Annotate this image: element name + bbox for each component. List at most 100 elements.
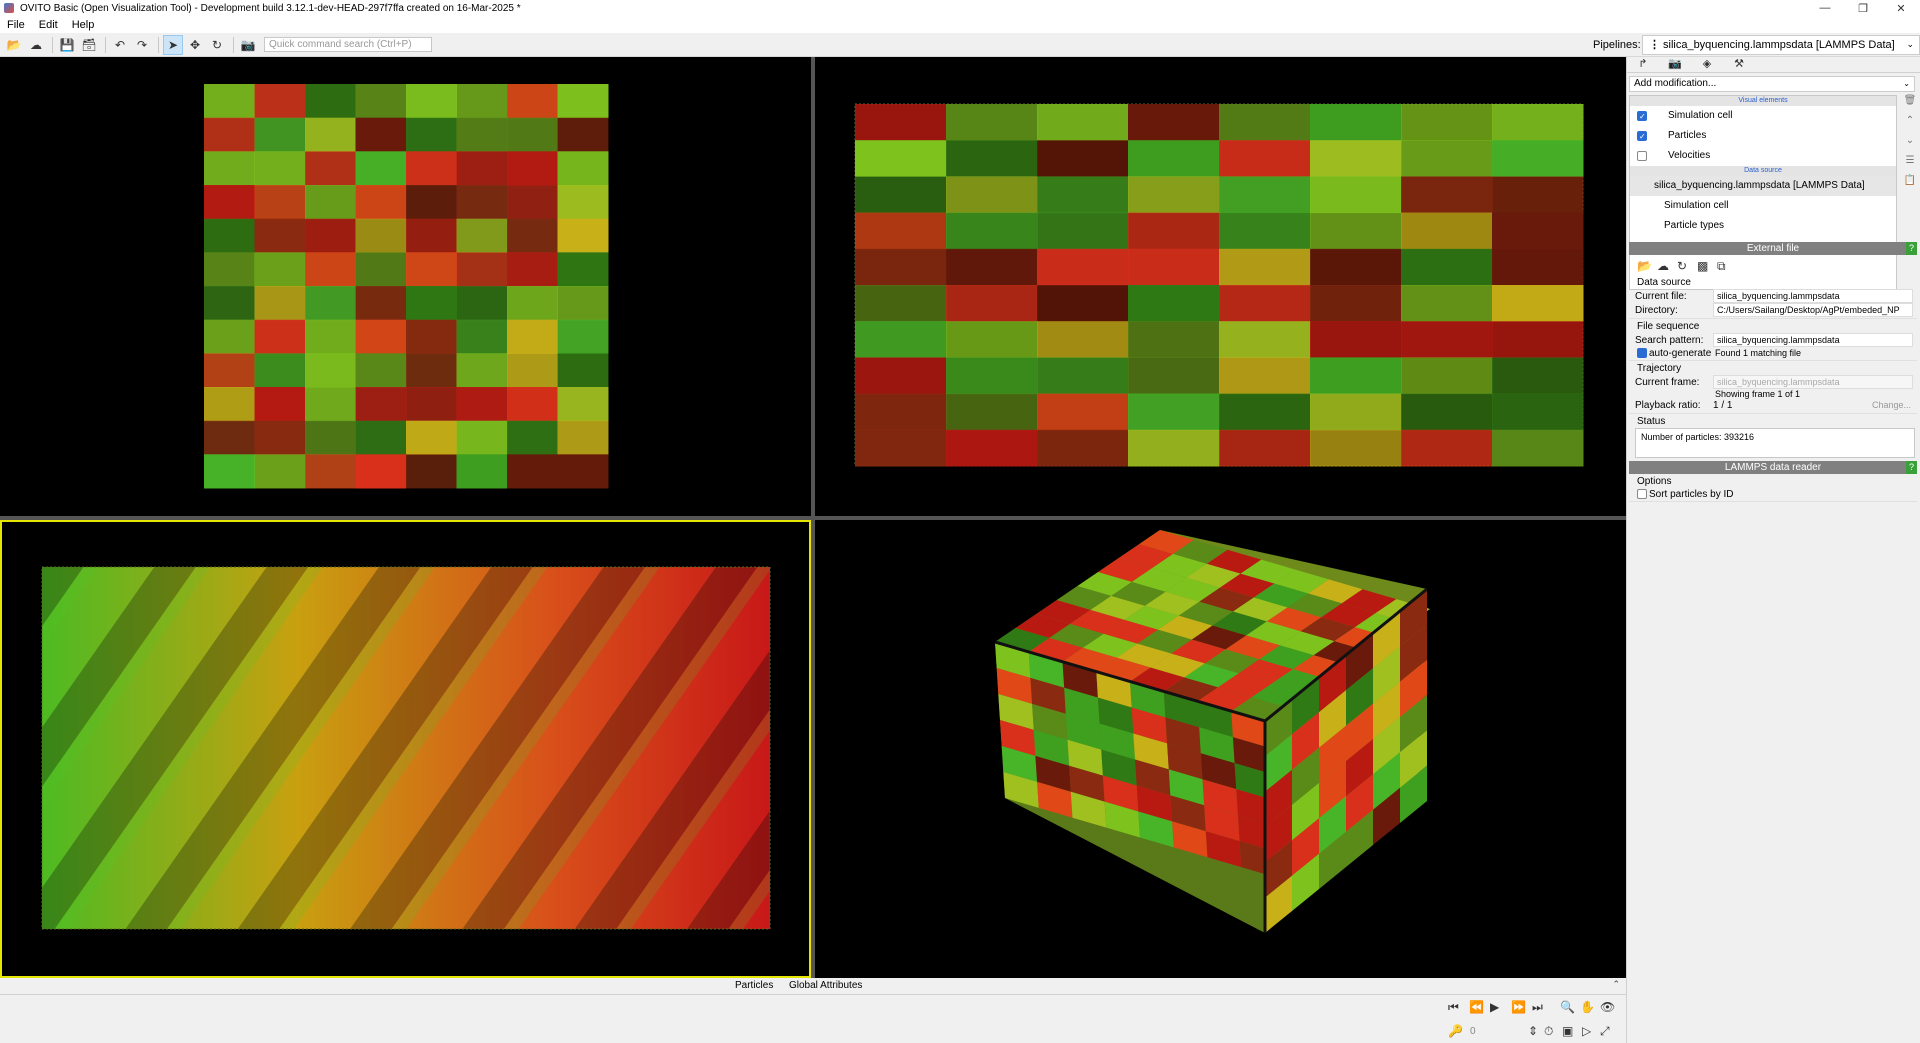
tab-particles[interactable]: Particles (735, 980, 773, 991)
clock-icon[interactable]: ⏱ (1544, 1024, 1553, 1039)
move-mode-icon[interactable]: ✥ (185, 35, 205, 55)
step-back-icon[interactable]: ⏪ (1469, 1000, 1484, 1014)
render-tab-icon[interactable]: 📷 (1659, 57, 1691, 72)
load-remote-icon[interactable]: ☁ (26, 35, 46, 55)
maximize-viewport-icon[interactable]: ⤢ (1600, 1024, 1610, 1039)
move-up-icon[interactable]: ⌃ (1901, 115, 1919, 135)
spinner-arrows-icon[interactable]: ⇕ (1528, 1024, 1538, 1038)
current-file-field[interactable]: silica_byquencing.lammpsdata (1713, 289, 1913, 303)
list-item-label: Simulation cell (1664, 200, 1729, 211)
menu-file[interactable]: File (7, 19, 25, 31)
window-title: OVITO Basic (Open Visualization Tool) - … (20, 2, 521, 14)
file-sequence-group-label: File sequence (1637, 321, 1700, 332)
found-files-text: Found 1 matching file (1715, 348, 1802, 358)
divider (1629, 501, 1917, 502)
select-mode-icon[interactable]: ➤ (163, 34, 183, 55)
pipeline-tab-icon[interactable]: ↱ (1627, 57, 1659, 72)
panel-title: External file (1746, 243, 1800, 254)
trajectory-group-label: Trajectory (1637, 363, 1682, 374)
chevron-up-icon[interactable]: ⌃ (1612, 979, 1620, 990)
step-forward-icon[interactable]: ⏩ (1511, 1000, 1526, 1014)
trash-icon[interactable]: 🗑 (1901, 95, 1919, 115)
help-button[interactable]: ? (1906, 461, 1917, 474)
visibility-checkbox[interactable] (1637, 151, 1647, 161)
list-item-particles-vis[interactable]: Particles (1630, 126, 1896, 147)
zoom-icon[interactable]: 🔍 (1560, 1000, 1575, 1014)
menu-help[interactable]: Help (72, 19, 95, 31)
pipeline-selector[interactable]: ⋮ silica_byquencing.lammpsdata [LAMMPS D… (1642, 35, 1920, 55)
group-icon[interactable]: ☰ (1901, 155, 1919, 175)
minimize-button[interactable]: — (1806, 2, 1844, 15)
list-item-label: Simulation cell (1668, 110, 1733, 121)
redo-icon[interactable]: ↷ (132, 35, 152, 55)
auto-generate-checkbox[interactable] (1637, 348, 1647, 358)
viewport-top[interactable] (0, 57, 811, 516)
overlays-tab-icon[interactable]: ◈ (1691, 57, 1723, 72)
orbit-eye-icon[interactable]: 👁 (1600, 1000, 1615, 1014)
change-button[interactable]: Change... (1872, 400, 1911, 410)
clipboard-icon[interactable]: 📋 (1901, 175, 1919, 195)
toolbar-divider (105, 36, 106, 53)
save-session-as-icon[interactable]: 🗃 (79, 35, 99, 55)
key-icon[interactable]: 🔑 (1448, 1024, 1463, 1038)
open-folder-icon[interactable]: 📂 (1637, 259, 1657, 274)
title-bar: OVITO Basic (Open Visualization Tool) - … (0, 0, 1920, 16)
visibility-checkbox[interactable] (1637, 127, 1647, 147)
command-panel-tabs: ↱ 📷 ◈ ⚒ (1627, 57, 1920, 73)
fov-icon[interactable]: ▷ (1582, 1024, 1591, 1038)
jump-end-icon[interactable]: ⏭ (1532, 1000, 1543, 1015)
list-item-data-source[interactable]: silica_byquencing.lammpsdata [LAMMPS Dat… (1630, 176, 1896, 196)
current-file-label: Current file: (1635, 291, 1687, 302)
render-camera-icon[interactable]: 📷 (238, 35, 258, 55)
rotate-mode-icon[interactable]: ↻ (207, 35, 227, 55)
viewport-front[interactable] (815, 57, 1626, 516)
list-item-label: silica_byquencing.lammpsdata [LAMMPS Dat… (1654, 180, 1865, 191)
divider (1629, 318, 1917, 319)
pan-hand-icon[interactable]: ✋ (1580, 1000, 1595, 1014)
duplicate-pipeline-icon[interactable]: ⧉ (1717, 259, 1737, 274)
help-button[interactable]: ? (1906, 242, 1917, 255)
lammps-reader-header: LAMMPS data reader ? (1629, 461, 1917, 474)
auto-generate-label: auto-generate (1649, 348, 1712, 359)
toolbar-divider (233, 36, 234, 53)
sort-particles-checkbox[interactable] (1637, 489, 1647, 499)
external-file-header: External file ? (1629, 242, 1917, 255)
jump-start-icon[interactable]: ⏮ (1448, 1000, 1459, 1015)
open-file-icon[interactable]: 📂 (4, 35, 24, 55)
command-panel: ↱ 📷 ◈ ⚒ Add modification... ⌄ Visual ele… (1626, 57, 1920, 1043)
close-button[interactable]: ✕ (1882, 2, 1920, 15)
menu-edit[interactable]: Edit (39, 19, 58, 31)
list-item-velocities-vis[interactable]: Velocities (1630, 146, 1896, 166)
reload-icon[interactable]: ↻ (1677, 259, 1697, 274)
visibility-checkbox[interactable] (1637, 107, 1647, 127)
current-frame-spinner[interactable]: 0 (1470, 1026, 1476, 1037)
viewport-area (0, 57, 1626, 978)
load-remote-icon[interactable]: ☁ (1657, 259, 1677, 274)
move-down-icon[interactable]: ⌄ (1901, 135, 1919, 155)
zoom-all-icon[interactable]: ▣ (1562, 1024, 1573, 1038)
animation-bar (0, 995, 1626, 1043)
play-icon[interactable]: ▶ (1490, 1000, 1499, 1014)
list-item-simulation-cell-vis[interactable]: Simulation cell (1630, 106, 1896, 127)
toolbar-divider (158, 36, 159, 53)
save-session-icon[interactable]: 💾 (57, 35, 77, 55)
divider (1629, 360, 1917, 361)
pipeline-menu-icon[interactable]: ⋮ (1649, 38, 1660, 51)
add-modification-dropdown[interactable]: Add modification... ⌄ (1629, 76, 1915, 92)
add-modification-label: Add modification... (1634, 78, 1717, 89)
directory-field[interactable]: C:/Users/Sailang/Desktop/AgPt/embeded_NP (1713, 303, 1913, 317)
viewport-perspective[interactable] (815, 520, 1626, 978)
undo-icon[interactable]: ↶ (110, 35, 130, 55)
utilities-tab-icon[interactable]: ⚒ (1723, 57, 1755, 72)
tab-global-attributes[interactable]: Global Attributes (789, 980, 862, 991)
restore-button[interactable]: ❐ (1844, 2, 1882, 15)
pick-file-icon[interactable]: ▩ (1697, 259, 1717, 274)
search-pattern-input[interactable]: silica_byquencing.lammpsdata (1713, 333, 1913, 347)
window-controls: — ❐ ✕ (1806, 2, 1920, 15)
viewport-left[interactable] (0, 520, 811, 978)
current-frame-select[interactable]: silica_byquencing.lammpsdata (1713, 375, 1913, 389)
external-file-toolbar: 📂 ☁ ↻ ▩ ⧉ (1637, 259, 1737, 274)
list-item-simulation-cell[interactable]: Simulation cell (1630, 196, 1896, 216)
list-item-particle-types[interactable]: Particle types (1630, 216, 1896, 236)
quick-command-search-input[interactable]: Quick command search (Ctrl+P) (264, 37, 432, 52)
